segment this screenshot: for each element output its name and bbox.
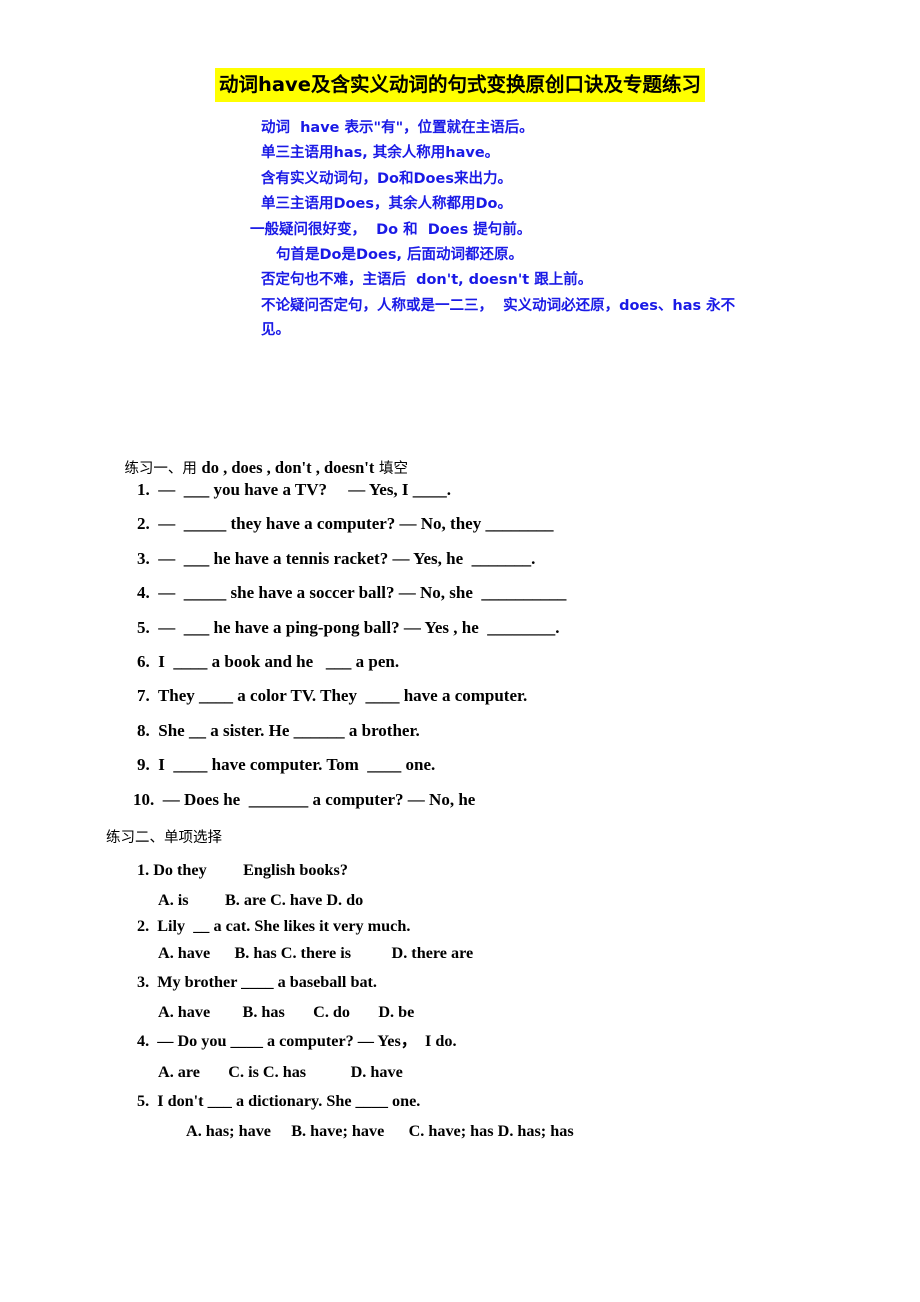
mc-options: A. have B. has C. there is D. there are (158, 943, 474, 962)
rhyme-line: 不论疑问否定句，人称或是一二三， 实义动词必还原，does、has 永不见。 (261, 297, 736, 338)
rhyme-line: 单三主语用has, 其余人称用have。 (261, 145, 500, 162)
mc-options: A. is B. are C. have D. do (158, 890, 364, 909)
exercise-one-question-list: 1. — ___ you have a TV? — Yes, I ____. 2… (0, 473, 920, 817)
question-item: 9. I ____ have computer. Tom ____ one. (137, 755, 436, 775)
question-item: 7. They ____ a color TV. They ____ have … (137, 686, 528, 706)
rhyme-line: 含有实义动词句，Do和Does来出力。 (261, 170, 512, 187)
page-title: 动词have及含实义动词的句式变换原创口诀及专题练习 (0, 68, 920, 102)
document-page: 动词have及含实义动词的句式变换原创口诀及专题练习 动词 have 表示"有"… (0, 0, 920, 1302)
mc-question: 3. My brother ____ a baseball bat. (137, 972, 377, 991)
question-item: 8. She __ a sister. He ______ a brother. (137, 720, 420, 740)
rhyme-line: 否定句也不难，主语后 don't, doesn't 跟上前。 (261, 272, 593, 289)
question-item: 3. — ___ he have a tennis racket? — Yes,… (137, 548, 536, 568)
rhyme-line: 单三主语用Does，其余人称都用Do。 (261, 196, 512, 213)
question-item: 2. — _____ they have a computer? — No, t… (137, 514, 554, 534)
rhyme-line: 句首是Do是Does, 后面动词都还原。 (276, 247, 524, 264)
rhyme-line: 动词 have 表示"有"，位置就在主语后。 (261, 120, 534, 136)
exercise-two-heading: 练习二、单项选择 (106, 830, 222, 846)
exercise-two-question-list: 1. Do they English books? A. is B. are C… (0, 855, 920, 1145)
rhyme-line: 一般疑问很好变， Do 和 Does 提句前。 (250, 221, 532, 238)
mc-question: 5. I don't ___ a dictionary. She ____ on… (137, 1091, 421, 1110)
mc-options: A. are C. is C. has D. have (158, 1062, 403, 1081)
question-item: 5. — ___ he have a ping-pong ball? — Yes… (137, 617, 560, 637)
question-item: 10. — Does he _______ a computer? — No, … (133, 789, 476, 809)
question-item: 1. — ___ you have a TV? — Yes, I ____. (137, 480, 452, 499)
mc-options: A. has; have B. have; have C. have; has … (186, 1122, 574, 1141)
question-item: 6. I ____ a book and he ___ a pen. (137, 652, 400, 672)
page-title-text: 动词have及含实义动词的句式变换原创口诀及专题练习 (215, 68, 705, 102)
question-item: 4. — _____ she have a soccer ball? — No,… (137, 583, 567, 603)
mc-question: 2. Lily __ a cat. She likes it very much… (137, 916, 411, 935)
mnemonic-rhyme-block: 动词 have 表示"有"，位置就在主语后。 单三主语用has, 其余人称用ha… (0, 116, 920, 342)
mc-question: 4. — Do you ____ a computer? — Yes， I do… (137, 1032, 457, 1051)
mc-options: A. have B. has C. do D. be (158, 1003, 415, 1022)
mc-question: 1. Do they English books? (137, 861, 348, 879)
